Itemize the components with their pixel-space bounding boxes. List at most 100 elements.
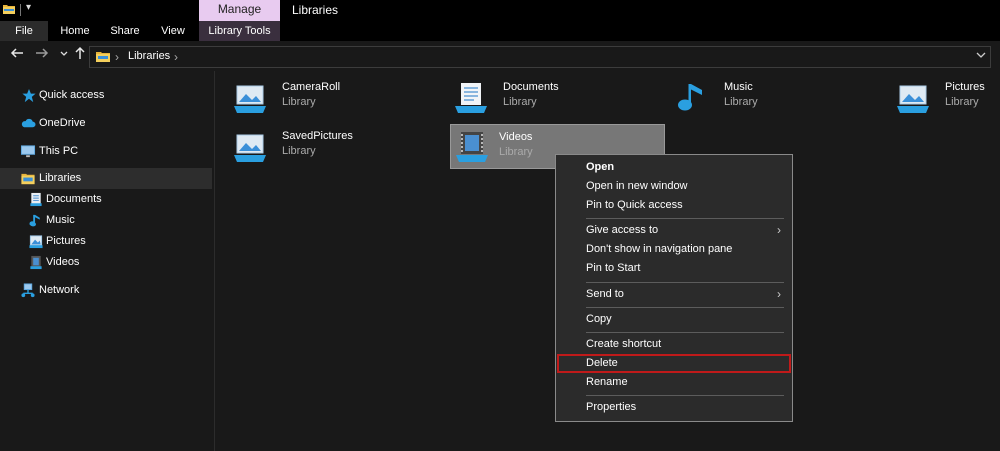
menu-item-delete[interactable]: Delete (557, 354, 791, 373)
up-arrow-icon[interactable] (73, 46, 87, 65)
navigation-pane: Quick access OneDrive This PC Libraries … (0, 71, 215, 451)
ribbon-tabs: File Home Share View Library Tools (0, 21, 1000, 41)
library-item-savedpictures[interactable]: SavedPictures Library (219, 123, 433, 169)
menu-item-give-access-to[interactable]: Give access to › (557, 221, 791, 240)
menu-item-label: Delete (586, 357, 618, 369)
menu-item-dont-show-in-navigation-pane[interactable]: Don't show in navigation pane (557, 240, 791, 259)
star-icon (22, 88, 36, 103)
window-title: Libraries (292, 3, 339, 17)
library-type: Library (503, 96, 537, 108)
cloud-icon (21, 118, 36, 128)
menu-separator (586, 395, 784, 396)
libraries-folder-icon (21, 173, 35, 185)
menu-item-open[interactable]: Open (557, 158, 791, 177)
menu-item-create-shortcut[interactable]: Create shortcut (557, 335, 791, 354)
pictures-library-icon (897, 85, 929, 113)
menu-item-label: Properties (586, 401, 637, 413)
submenu-arrow-icon: › (777, 223, 781, 237)
sidebar-item-music[interactable]: Music (0, 210, 212, 231)
sidebar-item-quick-access[interactable]: Quick access (0, 85, 212, 106)
dropdown-icon[interactable] (976, 48, 986, 66)
sidebar-item-onedrive[interactable]: OneDrive (0, 113, 212, 134)
library-item-cameraroll[interactable]: CameraRoll Library (219, 74, 433, 120)
library-name: Videos (499, 131, 533, 143)
library-name: Music (724, 81, 753, 93)
documents-icon (30, 192, 42, 207)
sidebar-item-label: This PC (39, 145, 79, 157)
menu-item-properties[interactable]: Properties (557, 398, 791, 417)
sidebar-item-label: Videos (46, 256, 80, 268)
library-type: Library (282, 96, 316, 108)
menu-item-label: Open (586, 161, 615, 173)
library-item-pictures[interactable]: Pictures Library (882, 74, 1000, 120)
videos-library-icon (456, 132, 488, 162)
library-type: Library (499, 146, 533, 158)
network-icon (21, 283, 35, 298)
menu-item-pin-to-start[interactable]: Pin to Start (557, 259, 791, 278)
sidebar-item-label: Music (46, 214, 75, 226)
chevron-right-icon[interactable]: › (115, 48, 119, 66)
menu-item-copy[interactable]: Copy (557, 310, 791, 329)
sidebar-item-libraries[interactable]: Libraries (0, 168, 212, 189)
music-library-icon (678, 84, 702, 111)
forward-arrow-icon[interactable] (35, 46, 49, 65)
recent-dropdown-icon[interactable] (60, 46, 68, 65)
documents-library-icon (455, 83, 487, 113)
menu-separator (586, 218, 784, 219)
tab-file[interactable]: File (0, 21, 48, 41)
library-item-documents[interactable]: Documents Library (440, 74, 654, 120)
folder-icon[interactable] (3, 4, 15, 14)
sidebar-item-label: Pictures (46, 235, 86, 247)
sidebar-item-label: Quick access (39, 89, 105, 101)
sidebar-item-label: Documents (46, 193, 102, 205)
chevron-right-icon[interactable]: › (174, 48, 178, 66)
pictures-icon (29, 235, 43, 249)
sidebar-item-label: Network (39, 284, 80, 296)
menu-item-label: Send to (586, 288, 624, 300)
library-name: CameraRoll (282, 81, 341, 93)
tab-share[interactable]: Share (102, 21, 148, 41)
quick-access-separator (20, 4, 21, 16)
library-item-music[interactable]: Music Library (661, 74, 875, 120)
menu-item-open-in-new-window[interactable]: Open in new window (557, 177, 791, 196)
submenu-arrow-icon: › (777, 287, 781, 301)
context-menu: Open Open in new window Pin to Quick acc… (555, 154, 793, 422)
library-type: Library (282, 145, 316, 157)
tab-view[interactable]: View (152, 21, 194, 41)
sidebar-item-pictures[interactable]: Pictures (0, 231, 212, 252)
pictures-library-icon (234, 85, 266, 113)
menu-separator (586, 332, 784, 333)
menu-item-label: Pin to Start (586, 262, 641, 274)
address-bar[interactable]: › Libraries › (89, 46, 991, 68)
back-arrow-icon[interactable] (10, 46, 24, 65)
menu-item-label: Don't show in navigation pane (586, 243, 733, 255)
menu-item-rename[interactable]: Rename (557, 373, 791, 392)
sidebar-item-videos[interactable]: Videos (0, 252, 212, 273)
menu-item-label: Pin to Quick access (586, 199, 683, 211)
menu-item-label: Copy (586, 313, 612, 325)
customize-quick-access-dropdown-icon[interactable]: ▾ (26, 2, 31, 13)
library-name: Documents (503, 81, 559, 93)
tab-home[interactable]: Home (52, 21, 98, 41)
sidebar-item-network[interactable]: Network (0, 280, 212, 301)
library-name: Pictures (945, 81, 985, 93)
music-note-icon (29, 214, 40, 227)
menu-separator (586, 307, 784, 308)
sidebar-item-documents[interactable]: Documents (0, 189, 212, 210)
breadcrumb-libraries[interactable]: Libraries (128, 47, 170, 66)
tab-library-tools[interactable]: Library Tools (199, 21, 280, 41)
sidebar-item-label: OneDrive (39, 117, 86, 129)
menu-item-send-to[interactable]: Send to › (557, 285, 791, 304)
folder-icon (96, 52, 110, 62)
pictures-library-icon (234, 134, 266, 162)
menu-item-label: Create shortcut (586, 338, 662, 350)
library-name: SavedPictures (282, 130, 353, 142)
sidebar-item-this-pc[interactable]: This PC (0, 141, 212, 162)
menu-separator (586, 282, 784, 283)
menu-item-pin-to-quick-access[interactable]: Pin to Quick access (557, 196, 791, 215)
sidebar-item-label: Libraries (39, 172, 82, 184)
menu-item-label: Rename (586, 376, 628, 388)
tab-manage[interactable]: Manage (199, 0, 280, 21)
monitor-icon (20, 145, 36, 158)
title-bar: ▾ Manage Libraries (0, 0, 1000, 21)
